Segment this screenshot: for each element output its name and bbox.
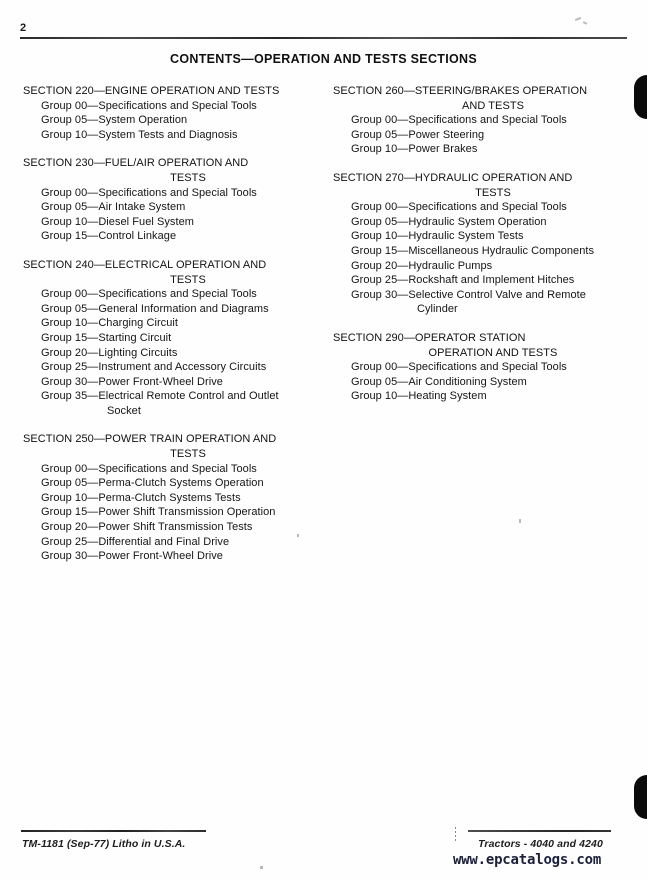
section-block: SECTION 240—ELECTRICAL OPERATION AND TEST… [23,258,319,419]
section-heading: SECTION 220—ENGINE OPERATION AND TESTS [23,85,280,97]
group-entry: Group 30—Power Front-Wheel Drive [41,550,223,563]
section-heading-continuation: AND TESTS [462,99,524,112]
section-heading: SECTION 270—HYDRAULIC OPERATION AND TESTS [333,171,633,200]
group-entry: Group 05—System Operation [41,114,188,127]
footer-rule-right [468,830,611,832]
header-rule [20,37,627,39]
footer-model-info: Tractors - 4040 and 4240 [478,838,603,850]
group-entry: Group 10—Hydraulic System Tests [351,230,524,243]
section-heading-continuation: TESTS [475,186,511,199]
group-entry-continuation: Socket [107,404,141,417]
group-entry: Group 15—Starting Circuit [41,331,172,344]
binder-mark-top-icon [634,75,647,119]
page-number: 2 [20,22,27,34]
group-entry: Group 25—Differential and Final Drive [41,535,230,548]
section-heading: SECTION 290—OPERATOR STATION OPERATION AN… [333,331,633,360]
group-entry: Group 00—Specifications and Special Tool… [351,114,567,127]
contents-column-right: SECTION 260—STEERING/BRAKES OPERATION AND… [333,84,633,404]
group-entry: Group 00—Specifications and Special Tool… [41,288,257,301]
group-entry: Group 25—Instrument and Accessory Circui… [41,361,267,374]
section-block: SECTION 290—OPERATOR STATION OPERATION AN… [333,331,633,404]
group-entry: Group 10—Heating System [351,390,487,403]
scan-speck [582,21,588,25]
section-block: SECTION 220—ENGINE OPERATION AND TESTS Gr… [23,84,319,142]
group-entry: Group 10—Diesel Fuel System [41,215,194,228]
section-heading-continuation: TESTS [170,171,206,184]
section-heading: SECTION 230—FUEL/AIR OPERATION AND TESTS [23,156,319,185]
group-entry: Group 00—Specifications and Special Tool… [351,361,567,374]
group-entry: Group 20—Power Shift Transmission Tests [41,521,253,534]
group-entry: Group 30—Power Front-Wheel Drive [41,375,223,388]
scan-speck [260,866,263,869]
section-block: SECTION 230—FUEL/AIR OPERATION AND TESTS G… [23,156,319,244]
group-entry: Group 15—Power Shift Transmission Operat… [41,506,276,519]
group-entry: Group 10—System Tests and Diagnosis [41,128,238,141]
group-entry: Group 00—Specifications and Special Tool… [41,462,257,475]
binder-mark-bottom-icon [634,775,647,819]
group-entry: Group 05—Air Intake System [41,201,186,214]
scan-speck [574,17,582,21]
group-entry: Group 00—Specifications and Special Tool… [41,99,257,112]
section-heading-continuation: OPERATION AND TESTS [428,346,558,359]
section-heading-continuation: TESTS [170,448,206,461]
section-block: SECTION 270—HYDRAULIC OPERATION AND TESTS… [333,171,633,317]
group-entry-continuation: Cylinder [417,303,458,316]
contents-column-left: SECTION 220—ENGINE OPERATION AND TESTS Gr… [23,84,319,564]
scan-speck [519,519,521,523]
section-block: SECTION 250—POWER TRAIN OPERATION AND TES… [23,432,319,563]
section-heading: SECTION 250—POWER TRAIN OPERATION AND TES… [23,432,319,461]
group-entry: Group 05—General Information and Diagram… [41,302,269,315]
group-entry: Group 30—Selective Control Valve and Rem… [333,288,633,317]
section-heading: SECTION 240—ELECTRICAL OPERATION AND TEST… [23,258,319,287]
group-entry: Group 15—Miscellaneous Hydraulic Compone… [351,244,595,257]
group-entry: Group 15—Control Linkage [41,230,177,243]
footer-tick-mark [455,827,456,842]
section-block: SECTION 260—STEERING/BRAKES OPERATION AND… [333,84,633,157]
group-entry: Group 10—Power Brakes [351,143,478,156]
group-entry: Group 00—Specifications and Special Tool… [351,201,567,214]
group-entry: Group 20—Lighting Circuits [41,346,178,359]
footer-publication-code: TM-1181 (Sep-77) Litho in U.S.A. [22,838,186,850]
group-entry: Group 10—Perma-Clutch Systems Tests [41,491,241,504]
footer-rule-left [21,830,206,832]
scan-speck [297,534,299,537]
group-entry: Group 05—Perma-Clutch Systems Operation [41,477,264,490]
group-entry: Group 10—Charging Circuit [41,317,178,330]
section-heading-continuation: TESTS [170,273,206,286]
section-heading: SECTION 260—STEERING/BRAKES OPERATION AND… [333,84,633,113]
watermark-url: www.epcatalogs.com [452,852,602,868]
page-title: CONTENTS—OPERATION AND TESTS SECTIONS [170,52,477,66]
group-entry: Group 05—Air Conditioning System [351,375,527,388]
group-entry: Group 05—Power Steering [351,128,485,141]
group-entry: Group 00—Specifications and Special Tool… [41,186,257,199]
group-entry: Group 35—Electrical Remote Control and O… [23,389,319,418]
group-entry: Group 05—Hydraulic System Operation [351,215,547,228]
group-entry: Group 25—Rockshaft and Implement Hitches [351,274,575,287]
document-page: 2 CONTENTS—OPERATION AND TESTS SECTIONS … [0,0,647,879]
group-entry: Group 20—Hydraulic Pumps [351,259,493,272]
